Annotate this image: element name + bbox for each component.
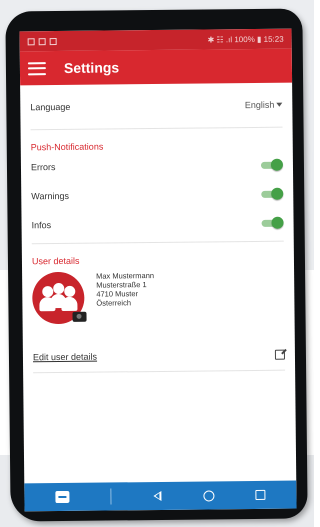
language-row: Language English xyxy=(30,82,283,131)
app-switch-icon[interactable] xyxy=(55,490,70,504)
notification-icon xyxy=(27,37,35,45)
external-edit-icon[interactable] xyxy=(274,349,285,360)
push-warnings-row: Warnings xyxy=(31,179,284,211)
address-line: Musterstraße 1 xyxy=(96,280,147,290)
edit-user-link[interactable]: Edit user details xyxy=(33,352,97,363)
user-section-title: User details xyxy=(31,255,80,267)
push-section-title: Push-Notifications xyxy=(30,141,104,153)
phone-screen: ✱ ☷ .ıl 100% ▮ 15:23 Settings Language E… xyxy=(19,28,297,512)
status-right: ✱ ☷ .ıl 100% ▮ 15:23 xyxy=(207,34,284,44)
nav-separator xyxy=(110,488,112,505)
navigation-bar xyxy=(24,480,297,512)
status-bar: ✱ ☷ .ıl 100% ▮ 15:23 xyxy=(19,28,292,52)
push-errors-label: Errors xyxy=(30,161,56,172)
scene: ⇗ ✕ ✱ ☷ .ıl 100% ▮ 15:23 Settings Langua… xyxy=(0,0,314,527)
toggle-thumb xyxy=(271,216,284,229)
warnings-toggle[interactable] xyxy=(259,187,284,200)
notification-icon xyxy=(38,37,46,45)
user-details: Max Mustermann Musterstraße 1 4710 Muste… xyxy=(32,270,285,325)
page-title: Settings xyxy=(63,59,120,76)
home-icon[interactable] xyxy=(202,489,215,502)
camera-icon[interactable] xyxy=(72,311,87,322)
menu-icon[interactable] xyxy=(27,61,47,75)
language-value: English xyxy=(244,99,275,111)
push-infos-label: Infos xyxy=(31,219,52,230)
group-avatar-icon[interactable] xyxy=(32,271,87,325)
back-icon[interactable] xyxy=(153,490,162,502)
push-warnings-label: Warnings xyxy=(31,190,70,201)
toggle-thumb xyxy=(271,187,284,200)
language-select[interactable]: English xyxy=(245,100,283,110)
push-infos-row: Infos xyxy=(31,208,284,240)
infos-toggle[interactable] xyxy=(259,216,284,229)
caret-down-icon xyxy=(276,102,283,107)
notification-icon xyxy=(49,37,57,45)
toggle-thumb xyxy=(270,158,284,171)
status-left xyxy=(27,37,57,45)
language-label: Language xyxy=(30,101,71,113)
settings-content: Language English Push-Notifications Erro… xyxy=(20,82,295,374)
errors-toggle[interactable] xyxy=(259,158,284,171)
push-errors-row: Errors xyxy=(30,150,284,182)
recent-apps-icon[interactable] xyxy=(255,489,266,500)
address-line: Österreich xyxy=(96,298,132,308)
phone-device: ✱ ☷ .ıl 100% ▮ 15:23 Settings Language E… xyxy=(5,8,308,522)
app-bar: Settings xyxy=(19,48,293,86)
user-address: Max Mustermann Musterstraße 1 4710 Muste… xyxy=(96,271,154,308)
edit-user-row[interactable]: Edit user details xyxy=(32,339,286,374)
